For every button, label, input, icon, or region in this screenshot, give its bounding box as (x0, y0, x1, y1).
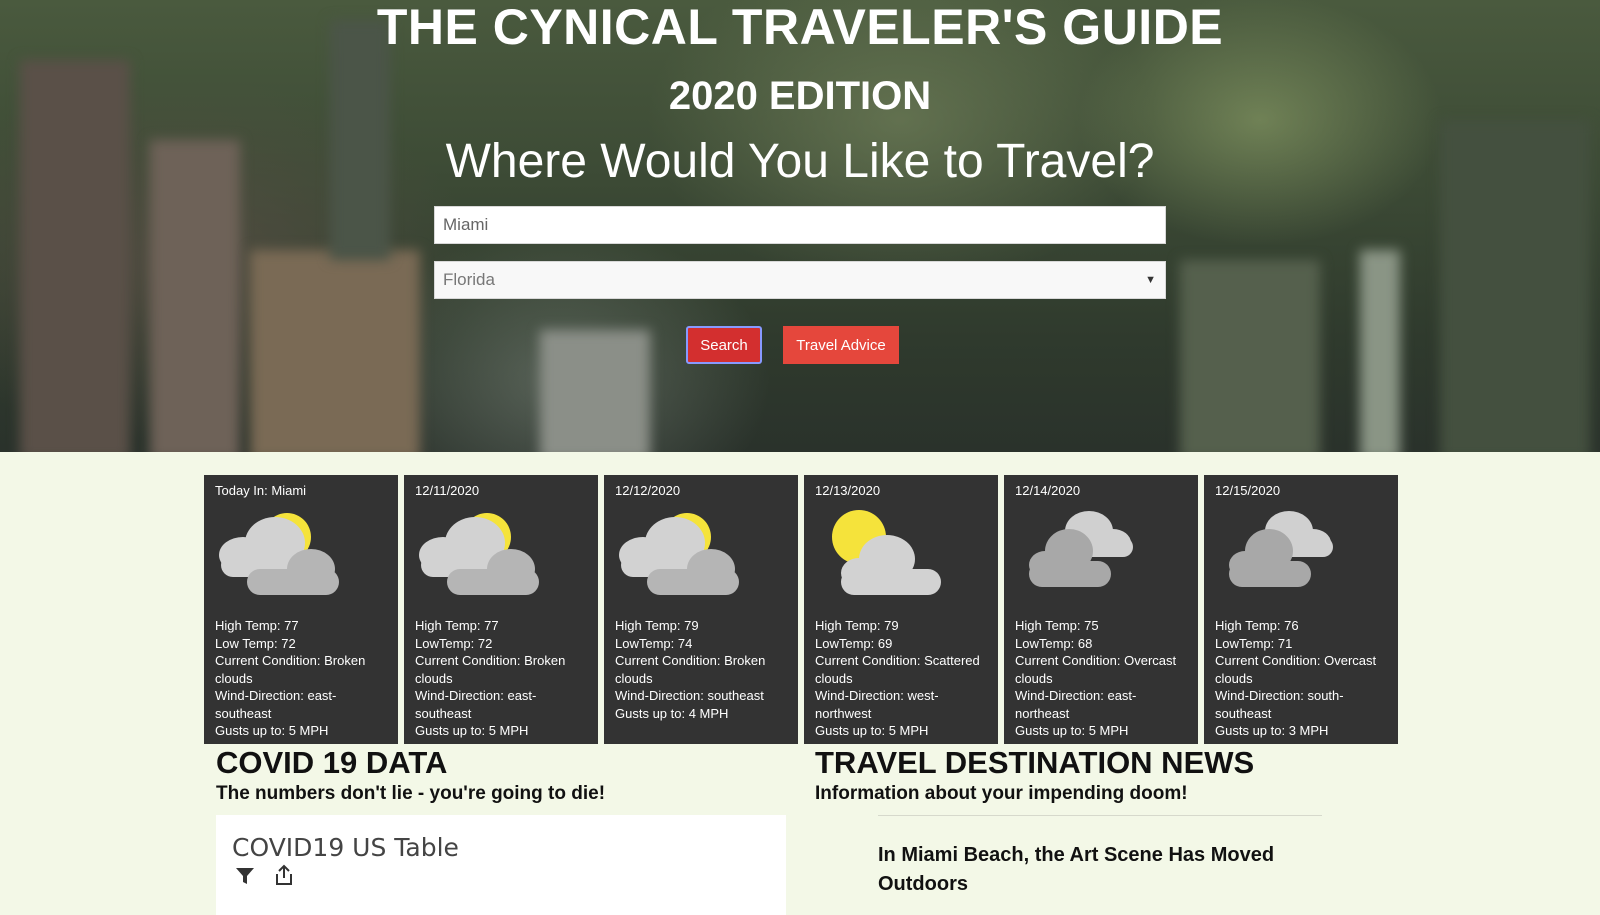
gusts: Gusts up to: 4 MPH (615, 705, 729, 721)
covid-table-title: COVID19 US Table (232, 833, 459, 862)
gusts: Gusts up to: 5 MPH (215, 723, 329, 738)
site-title: THE CYNICAL TRAVELER'S GUIDE (376, 0, 1224, 55)
wind-direction: Wind-Direction: south-southeast (1215, 688, 1344, 721)
bg-building (250, 250, 420, 452)
gusts: Gusts up to: 3 MPH (1215, 723, 1329, 738)
overcast-clouds-icon (1015, 507, 1187, 617)
current-condition: Current Condition: Overcast clouds (1215, 653, 1377, 686)
high-temp: High Temp: 75 (1015, 618, 1099, 633)
covid-section-title: COVID 19 DATA (216, 745, 448, 780)
forecast-date: 12/15/2020 (1215, 483, 1281, 498)
hero-banner: THE CYNICAL TRAVELER'S GUIDE 2020 EDITIO… (0, 0, 1600, 452)
low-temp: Low Temp: 72 (215, 635, 296, 651)
low-temp: LowTemp: 74 (615, 635, 693, 651)
wind-direction: Wind-Direction: east-southeast (415, 688, 537, 721)
high-temp: High Temp: 76 (1215, 618, 1299, 633)
news-section-subtitle: Information about your impending doom! (815, 783, 1188, 804)
covid-section-subtitle: The numbers don't lie - you're going to … (216, 783, 606, 804)
dropdown-arrow-icon: ▼ (1145, 274, 1156, 286)
forecast-card: 12/12/2020 High Temp: 79 LowTemp: 74 Cur… (604, 475, 798, 744)
current-condition: Current Condition: Scattered clouds (815, 653, 980, 686)
bg-building (540, 330, 650, 452)
low-temp: LowTemp: 71 (1215, 635, 1293, 651)
broken-clouds-icon (615, 507, 787, 617)
scattered-clouds-icon (815, 507, 987, 617)
wind-direction: Wind-Direction: east-southeast (215, 688, 337, 721)
covid-table-panel: COVID19 US Table (216, 815, 786, 915)
high-temp: High Temp: 79 (815, 618, 899, 633)
current-condition: Current Condition: Broken clouds (615, 653, 766, 686)
wind-direction: Wind-Direction: east-northeast (1015, 688, 1137, 721)
state-select[interactable]: Florida ▼ (434, 261, 1166, 299)
travel-question: Where Would You Like to Travel? (445, 135, 1155, 188)
high-temp: High Temp: 77 (415, 618, 499, 633)
gusts: Gusts up to: 5 MPH (815, 723, 929, 738)
forecast-date: 12/14/2020 (1015, 483, 1081, 498)
overcast-clouds-icon (1215, 507, 1387, 617)
forecast-date: Today In: Miami (215, 483, 307, 498)
city-input[interactable] (434, 206, 1166, 244)
forecast-card: Today In: Miami High Temp: 77 Low Temp: … (204, 475, 398, 744)
news-divider (878, 815, 1322, 816)
share-icon[interactable] (272, 863, 296, 887)
high-temp: High Temp: 77 (215, 618, 299, 633)
bg-building (1360, 250, 1400, 452)
current-condition: Current Condition: Broken clouds (415, 653, 566, 686)
forecast-card: 12/13/2020 High Temp: 79 LowTemp: 69 Cur… (804, 475, 998, 744)
forecast-card: 12/14/2020 High Temp: 75 LowTemp: 68 Cur… (1004, 475, 1198, 744)
broken-clouds-icon (415, 507, 587, 617)
low-temp: LowTemp: 72 (415, 635, 493, 651)
filter-icon[interactable] (234, 865, 256, 887)
forecast-date: 12/11/2020 (415, 483, 480, 498)
wind-direction: Wind-Direction: west-northwest (815, 688, 939, 721)
current-condition: Current Condition: Overcast clouds (1015, 653, 1177, 686)
search-button[interactable]: Search (686, 326, 762, 364)
low-temp: LowTemp: 68 (1015, 635, 1093, 651)
gusts: Gusts up to: 5 MPH (415, 723, 529, 738)
news-section-title: TRAVEL DESTINATION NEWS (815, 745, 1255, 780)
wind-direction: Wind-Direction: southeast (615, 688, 764, 703)
high-temp: High Temp: 79 (615, 618, 699, 633)
forecast-date: 12/12/2020 (615, 483, 681, 498)
edition-subtitle: 2020 EDITION (668, 74, 932, 118)
state-select-value: Florida (443, 270, 495, 289)
low-temp: LowTemp: 69 (815, 635, 893, 651)
forecast-card: 12/11/2020 High Temp: 77 LowTemp: 72 Cur… (404, 475, 598, 744)
broken-clouds-icon (215, 507, 387, 617)
current-condition: Current Condition: Broken clouds (215, 653, 366, 686)
news-headline-link[interactable]: In Miami Beach, the Art Scene Has Moved … (878, 841, 1318, 899)
gusts: Gusts up to: 5 MPH (1015, 723, 1129, 738)
travel-advice-button[interactable]: Travel Advice (783, 326, 899, 364)
bg-building (1180, 260, 1320, 452)
forecast-date: 12/13/2020 (815, 483, 881, 498)
forecast-card: 12/15/2020 High Temp: 76 LowTemp: 71 Cur… (1204, 475, 1398, 744)
